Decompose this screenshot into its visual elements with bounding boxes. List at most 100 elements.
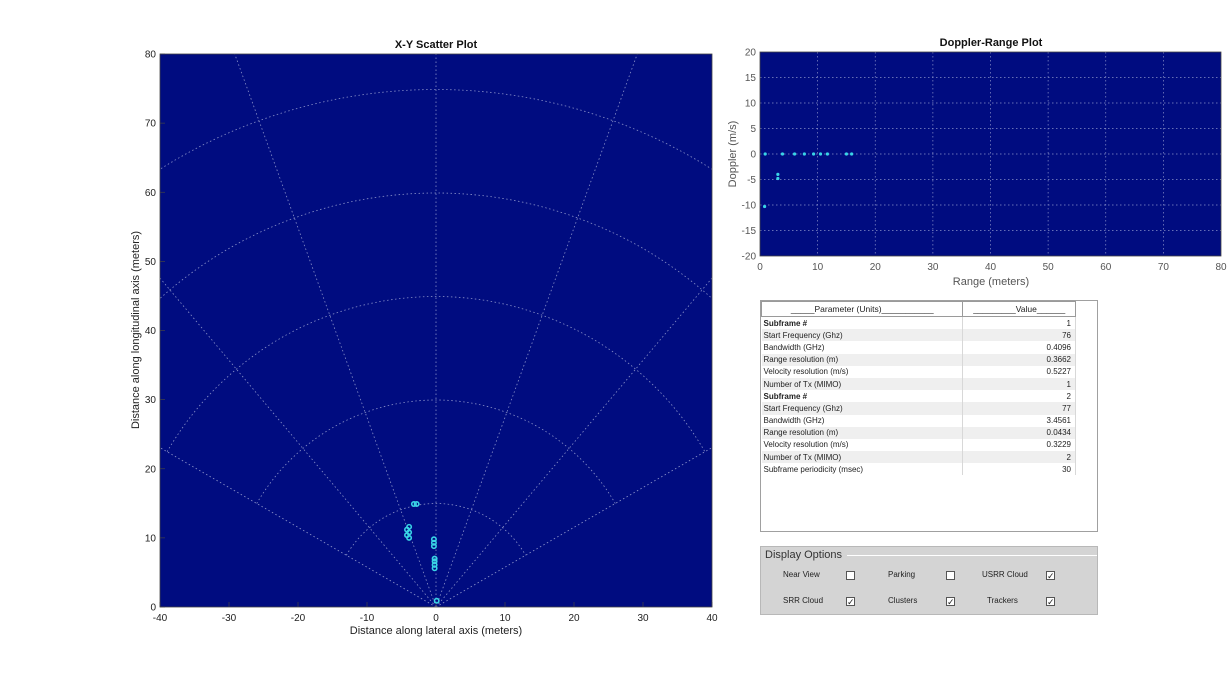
dr-x-tick-label: 0 — [757, 262, 763, 273]
doppler-range-plot: Doppler-Range Plot 0 10 20 30 40 50 60 70 80 -20… — [727, 37, 1227, 288]
column-header-value: _________Value______ — [962, 301, 1076, 317]
dr-data-point-11 — [763, 204, 767, 209]
usrr-cloud-checkbox[interactable]: ✓ — [1046, 571, 1055, 581]
parameter-name: Start Frequency (Ghz) — [761, 329, 964, 342]
xy-x-tick-label: 40 — [706, 613, 718, 624]
dr-x-axis-label: Range (meters) — [953, 276, 1029, 288]
dr-x-tick-label: 60 — [1100, 262, 1112, 273]
clusters-checkbox[interactable]: ✓ — [946, 597, 955, 607]
parameter-value: 1 — [962, 377, 1076, 391]
dr-data-point-9 — [776, 172, 780, 176]
dr-x-tick-label: 80 — [1215, 262, 1227, 273]
xy-y-axis-label: Distance along longitudinal axis (meters… — [130, 231, 142, 429]
parameter-value: 0.3229 — [962, 438, 1076, 452]
column-header-parameter: _____Parameter (Units)___________ — [760, 301, 964, 317]
parameter-name: Range resolution (m) — [761, 426, 964, 439]
dr-data-point-7 — [844, 152, 849, 156]
dr-chart-title: Doppler-Range Plot — [940, 37, 1043, 49]
xy-x-tick-label: 20 — [568, 613, 580, 624]
table-row: Range resolution (m) 0.3662 — [761, 353, 1076, 366]
parameter-table-grid: _____Parameter (Units)___________ ______… — [760, 301, 1076, 476]
dr-x-tick-label: 70 — [1158, 262, 1170, 273]
parameter-name: Start Frequency (Ghz) — [761, 402, 964, 415]
parking-label: Parking — [888, 570, 916, 579]
parameter-name: Subframe periodicity (msec) — [761, 463, 964, 476]
xy-y-tick-label: 40 — [145, 326, 157, 337]
dr-data-point-8 — [850, 152, 854, 156]
dr-y-tick-label: -5 — [747, 175, 756, 186]
table-row: Bandwidth (GHz) 3.4561 — [761, 414, 1076, 427]
xy-y-tick-label: 60 — [145, 188, 157, 199]
dr-y-tick-label: -20 — [742, 252, 757, 263]
table-row: Bandwidth (GHz) 0.4096 — [761, 341, 1076, 354]
display-options-rule — [847, 555, 1097, 556]
table-row: Subframe periodicity (msec) 30 — [761, 463, 1076, 476]
clusters-label: Clusters — [888, 596, 918, 605]
xy-x-tick-label: -30 — [222, 613, 237, 624]
xy-y-tick-label: 0 — [150, 603, 156, 614]
near-view-checkbox[interactable] — [846, 571, 855, 580]
parameter-table: _____Parameter (Units)___________ ______… — [760, 300, 1098, 532]
parameter-value: 30 — [962, 463, 1076, 476]
xy-chart-title: X-Y Scatter Plot — [395, 39, 478, 51]
xy-y-tick-label: 10 — [145, 533, 157, 544]
xy-x-tick-label: 10 — [499, 613, 511, 624]
trackers-label: Trackers — [987, 596, 1018, 605]
parameter-name: Number of Tx (MIMO) — [761, 451, 964, 464]
xy-y-tick-label: 30 — [145, 395, 157, 406]
dr-data-point-3 — [802, 152, 806, 156]
parameter-value: 1 — [962, 316, 1076, 330]
xy-x-axis-label: Distance along lateral axis (meters) — [350, 625, 522, 637]
xy-x-tick-label: -10 — [360, 613, 375, 624]
dr-y-tick-label: 10 — [745, 99, 757, 110]
parking-checkbox[interactable] — [946, 571, 955, 580]
parameter-name: Velocity resolution (m/s) — [761, 365, 964, 378]
dr-x-tick-label: 20 — [870, 262, 882, 273]
dr-x-tick-label: 10 — [812, 262, 824, 273]
parameter-value: 77 — [962, 402, 1076, 415]
dr-data-point-1 — [780, 152, 785, 156]
dr-y-axis-label: Doppler (m/s) — [727, 121, 739, 188]
xy-x-tick-label: 0 — [433, 613, 439, 624]
dr-y-tick-label: 20 — [745, 48, 757, 59]
table-row: Velocity resolution (m/s) 0.3229 — [761, 438, 1076, 452]
dr-data-point-10 — [776, 176, 780, 181]
srr-cloud-checkbox[interactable]: ✓ — [846, 597, 855, 607]
parameter-value: 76 — [962, 329, 1076, 342]
display-options-title: Display Options — [765, 549, 846, 561]
parameter-value: 0.4096 — [962, 341, 1076, 354]
table-row: Subframe #2 — [761, 390, 1076, 403]
dr-x-tick-label: 50 — [1043, 262, 1055, 273]
dr-data-point-5 — [818, 152, 823, 156]
parameter-value: 0.3662 — [962, 353, 1076, 366]
dr-data-point-2 — [792, 152, 797, 156]
dr-x-tick-label: 40 — [985, 262, 997, 273]
table-row: Number of Tx (MIMO) 1 — [761, 377, 1076, 391]
xy-x-tick-label: -40 — [153, 613, 168, 624]
table-row: Subframe #1 — [761, 316, 1076, 330]
parameter-name: Subframe # — [761, 390, 964, 403]
parameter-value: 0.5227 — [962, 365, 1076, 378]
dr-y-tick-label: 5 — [750, 124, 756, 135]
table-row: Range resolution (m) 0.0434 — [761, 426, 1076, 439]
trackers-checkbox[interactable]: ✓ — [1046, 597, 1055, 607]
table-row: Number of Tx (MIMO) 2 — [761, 451, 1076, 464]
xy-x-tick-label: -20 — [291, 613, 306, 624]
xy-x-tick-label: 30 — [637, 613, 649, 624]
near-view-label: Near View — [783, 570, 820, 579]
table-row: Start Frequency (Ghz) 76 — [761, 329, 1076, 342]
dr-y-tick-label: 0 — [750, 150, 756, 161]
usrr-cloud-label: USRR Cloud — [982, 570, 1028, 579]
parameter-name: Bandwidth (GHz) — [761, 341, 964, 354]
xy-scatter-plot: X-Y Scatter Plot -40 -30 -20 -10 0 10 20 30 40 0… — [130, 39, 718, 637]
table-row: Start Frequency (Ghz) 77 — [761, 402, 1076, 415]
parameter-value: 2 — [962, 451, 1076, 464]
dr-data-point-6 — [825, 152, 830, 156]
dr-x-tick-label: 30 — [927, 262, 939, 273]
parameter-value: 0.0434 — [962, 426, 1076, 439]
parameter-value: 3.4561 — [962, 414, 1076, 427]
display-options-panel: Display Options Near View Parking USRR C… — [760, 546, 1098, 615]
dr-data-point-0 — [763, 152, 767, 156]
dr-y-tick-label: 15 — [745, 73, 757, 84]
parameter-name: Subframe # — [761, 316, 964, 330]
